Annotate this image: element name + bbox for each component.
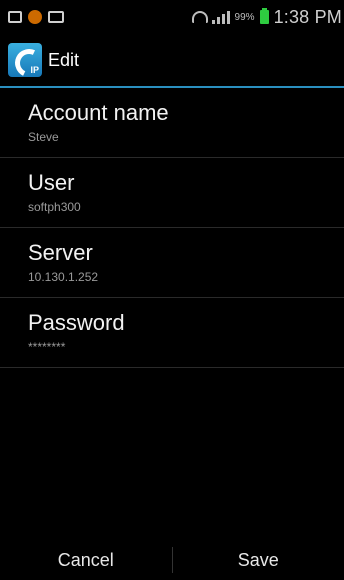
setting-title: Server (28, 240, 93, 265)
page-title: Edit (48, 49, 80, 70)
signal-icon (211, 10, 230, 24)
setting-summary: ******** (28, 340, 66, 354)
wifi-icon (191, 10, 208, 24)
setting-summary: 10.130.1.252 (28, 270, 99, 284)
setting-server[interactable]: Server 10.130.1.252 (0, 228, 344, 298)
save-button[interactable]: Save (173, 540, 344, 580)
setting-title: Account name (28, 100, 169, 125)
system-indicators: 99% 1:38 PM (191, 0, 344, 34)
app-notification-icon (28, 10, 42, 24)
setting-user[interactable]: User softph300 (0, 158, 344, 228)
notification-icons (0, 10, 64, 24)
setting-summary: softph300 (28, 200, 81, 214)
button-bar: Cancel Save (0, 540, 344, 580)
setting-password[interactable]: Password ******** (0, 298, 344, 368)
message-notification-icon (48, 11, 64, 23)
settings-list: Account name Steve User softph300 Server… (0, 88, 344, 368)
battery-percent: 99% (234, 11, 255, 23)
setting-account-name[interactable]: Account name Steve (0, 88, 344, 158)
setting-summary: Steve (28, 130, 59, 144)
image-notification-icon (8, 11, 22, 23)
setting-title: User (28, 170, 75, 195)
status-bar: 99% 1:38 PM (0, 0, 344, 34)
action-bar: Edit (0, 34, 344, 86)
clock: 1:38 PM (273, 6, 342, 27)
app-icon[interactable] (8, 43, 42, 77)
setting-title: Password (28, 310, 125, 335)
cancel-button[interactable]: Cancel (0, 540, 172, 580)
battery-icon (259, 8, 269, 24)
